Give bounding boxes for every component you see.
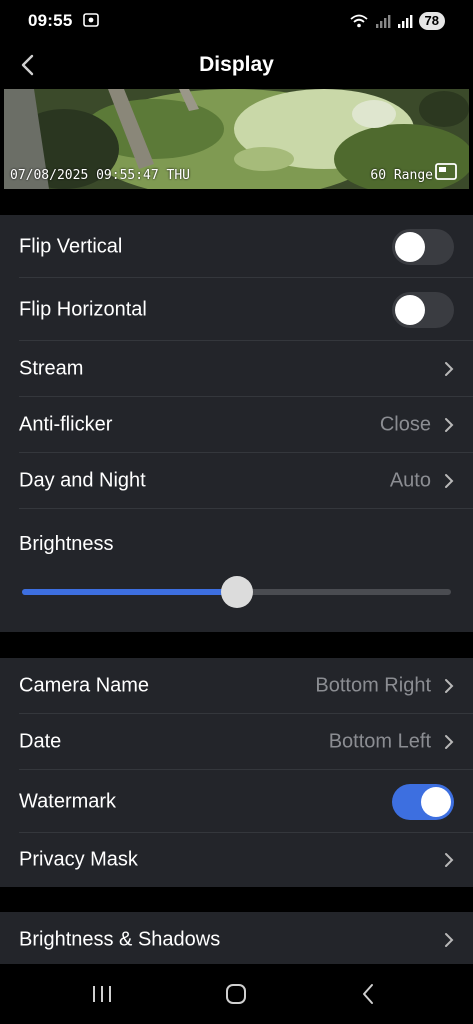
- toggle-knob: [395, 294, 425, 325]
- brightness-shadows-label: Brightness & Shadows: [19, 928, 221, 951]
- nav-back-icon[interactable]: [357, 982, 381, 1006]
- osd-settings-section: Camera Name Bottom Right Date Bottom Lef…: [0, 658, 473, 887]
- anti-flicker-value: Close: [379, 413, 431, 436]
- fullscreen-icon[interactable]: [435, 161, 457, 181]
- flip-vertical-row: Flip Vertical: [0, 215, 473, 278]
- brightness-shadows-row[interactable]: Brightness & Shadows: [0, 912, 473, 968]
- anti-flicker-label: Anti-flicker: [19, 413, 113, 436]
- day-night-label: Day and Night: [19, 469, 146, 492]
- image-settings-section: Flip Vertical Flip Horizontal Stream Ant…: [0, 215, 473, 632]
- privacy-mask-label: Privacy Mask: [19, 848, 138, 871]
- advanced-section: Brightness & Shadows: [0, 912, 473, 964]
- watermark-row: Watermark: [0, 770, 473, 833]
- flip-horizontal-toggle[interactable]: [392, 291, 454, 328]
- anti-flicker-row[interactable]: Anti-flicker Close: [0, 397, 473, 453]
- camera-name-row[interactable]: Camera Name Bottom Right: [0, 658, 473, 714]
- signal-r-icon: [397, 15, 412, 28]
- toggle-knob: [421, 786, 451, 817]
- screen-record-icon: [83, 13, 99, 27]
- wifi-icon: [349, 14, 368, 28]
- slider-thumb[interactable]: [220, 576, 253, 608]
- stream-row[interactable]: Stream: [0, 341, 473, 397]
- system-nav-bar: [0, 964, 473, 1024]
- page-title: Display: [199, 53, 274, 76]
- top-bar: Display: [0, 44, 473, 88]
- brightness-slider[interactable]: [22, 576, 451, 608]
- flip-vertical-toggle[interactable]: [392, 228, 454, 265]
- battery-badge: 78: [418, 12, 445, 30]
- chevron-right-icon: [445, 418, 454, 432]
- flip-horizontal-label: Flip Horizontal: [19, 298, 147, 320]
- privacy-mask-row[interactable]: Privacy Mask: [0, 833, 473, 887]
- status-icons: 78: [349, 12, 445, 30]
- flip-horizontal-row: Flip Horizontal: [0, 278, 473, 341]
- date-value: Bottom Left: [328, 730, 431, 753]
- brightness-label: Brightness: [19, 533, 114, 555]
- chevron-right-icon: [445, 362, 454, 376]
- osd-camera-name-text: 60 Range: [370, 168, 433, 183]
- date-row[interactable]: Date Bottom Left: [0, 714, 473, 770]
- chevron-right-icon: [445, 735, 454, 749]
- watermark-label: Watermark: [19, 790, 117, 812]
- camera-name-value: Bottom Right: [315, 674, 431, 697]
- day-night-row[interactable]: Day and Night Auto: [0, 453, 473, 509]
- flip-vertical-label: Flip Vertical: [19, 235, 123, 257]
- camera-name-label: Camera Name: [19, 674, 150, 697]
- chevron-right-icon: [445, 474, 454, 488]
- brightness-row: Brightness: [0, 509, 473, 631]
- home-icon[interactable]: [224, 982, 248, 1006]
- osd-date-text: 07/08/2025 09:55:47 THU: [10, 168, 191, 183]
- chevron-right-icon: [445, 853, 454, 867]
- signal-icon: [375, 15, 390, 28]
- chevron-right-icon: [445, 933, 454, 947]
- camera-preview[interactable]: 07/08/2025 09:55:47 THU 60 Range: [4, 89, 469, 189]
- recents-icon[interactable]: [90, 982, 114, 1006]
- watermark-toggle[interactable]: [392, 783, 454, 820]
- chevron-right-icon: [445, 679, 454, 693]
- status-time: 09:55: [28, 11, 73, 30]
- day-night-value: Auto: [389, 469, 431, 492]
- slider-fill: [22, 589, 237, 595]
- date-label: Date: [19, 730, 62, 753]
- status-bar: 09:55 78: [0, 0, 473, 44]
- toggle-knob: [395, 231, 425, 262]
- stream-label: Stream: [19, 357, 84, 380]
